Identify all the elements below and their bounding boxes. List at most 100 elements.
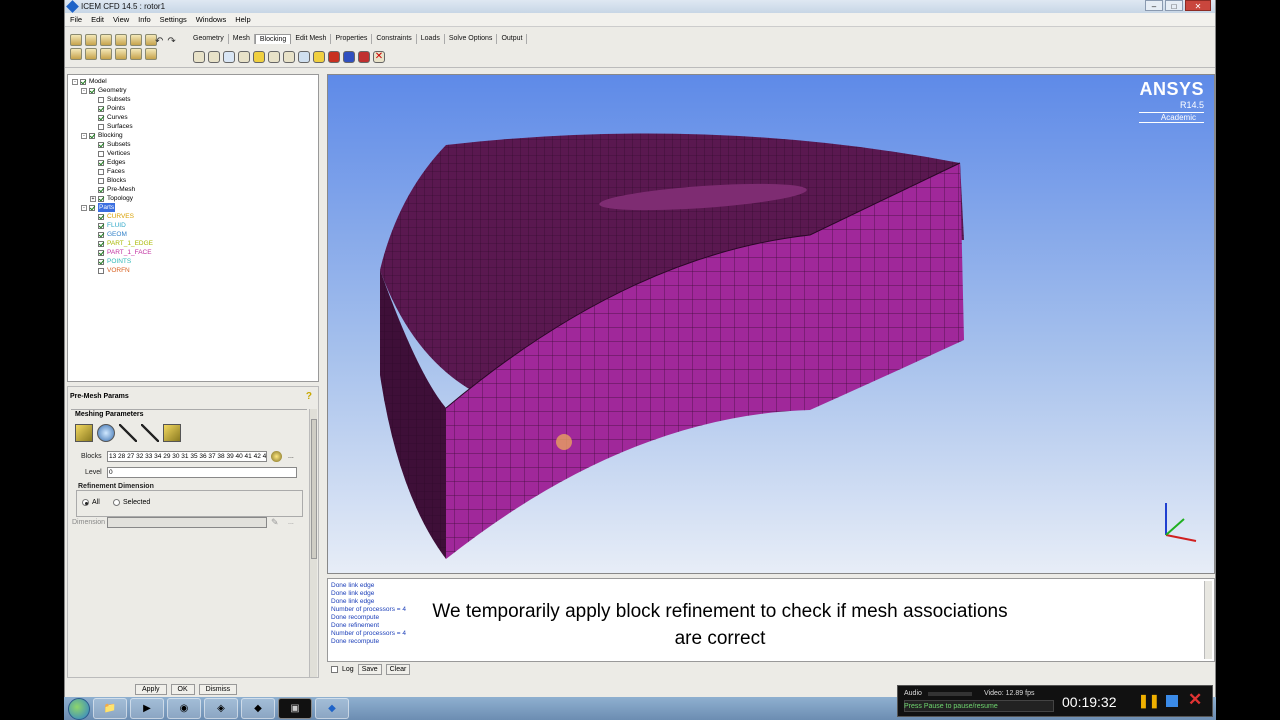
tree-checkbox[interactable] — [80, 78, 86, 85]
menu-edit[interactable]: Edit — [91, 15, 104, 24]
menu-info[interactable]: Info — [138, 15, 151, 24]
radio-all-dot[interactable] — [82, 499, 89, 506]
scale-sizes-icon[interactable] — [97, 424, 115, 442]
tree-checkbox[interactable] — [98, 186, 104, 193]
tree-checkbox[interactable] — [98, 114, 104, 121]
tree-item[interactable]: Points — [72, 104, 314, 113]
tree-checkbox[interactable] — [98, 222, 104, 229]
tree-item[interactable]: - Geometry — [72, 86, 314, 95]
tree-expander-icon[interactable]: - — [72, 78, 78, 85]
start-button[interactable] — [68, 697, 90, 720]
radio-selected-dot[interactable] — [113, 499, 120, 506]
message-scrollbar[interactable] — [1204, 581, 1212, 659]
tree-item[interactable]: Edges — [72, 158, 314, 167]
refinement-icon[interactable] — [163, 424, 181, 442]
tree-item[interactable]: Faces — [72, 167, 314, 176]
menu-windows[interactable]: Windows — [196, 15, 226, 24]
blocks-more[interactable]: ... — [288, 453, 294, 460]
explorer-taskbar-icon[interactable]: 📁 — [93, 698, 127, 719]
tab-loads[interactable]: Loads — [417, 34, 445, 44]
app2-taskbar-icon[interactable]: ◆ — [241, 698, 275, 719]
tree-item[interactable]: PART_1_FACE — [72, 248, 314, 257]
radio-selected[interactable]: Selected — [113, 499, 150, 506]
select-blocks-icon[interactable] — [271, 451, 282, 462]
maximize-button[interactable]: □ — [1165, 0, 1183, 11]
menu-help[interactable]: Help — [235, 15, 250, 24]
tree-checkbox[interactable] — [89, 204, 95, 211]
tree-checkbox[interactable] — [98, 168, 104, 175]
move-vertex-icon[interactable] — [268, 51, 280, 63]
match-edges-icon[interactable] — [141, 424, 159, 442]
tab-constraints[interactable]: Constraints — [372, 34, 417, 44]
redo-icon[interactable]: ↷ — [167, 36, 175, 47]
tab-solve-options[interactable]: Solve Options — [445, 34, 498, 44]
dismiss-button[interactable]: Dismiss — [198, 684, 238, 695]
tree-item[interactable]: Surfaces — [72, 122, 314, 131]
tree-checkbox[interactable] — [89, 132, 95, 139]
tree-item[interactable]: FLUID — [72, 221, 314, 230]
delete-block-icon[interactable]: ✕ — [373, 51, 385, 63]
block-checks-icon[interactable] — [358, 51, 370, 63]
tree-item[interactable]: - Blocking — [72, 131, 314, 140]
tree-item[interactable]: CURVES — [72, 212, 314, 221]
radio-all[interactable]: All — [82, 499, 100, 506]
log-checkbox[interactable] — [331, 666, 338, 673]
create-block-icon[interactable] — [193, 51, 205, 63]
tree-checkbox[interactable] — [98, 249, 104, 256]
firefox-taskbar-icon[interactable]: ◉ — [167, 698, 201, 719]
select-icon[interactable] — [115, 48, 127, 60]
level-field[interactable]: 0 — [107, 467, 297, 478]
tree-checkbox[interactable] — [98, 96, 104, 103]
app-taskbar-icon[interactable]: ◈ — [204, 698, 238, 719]
tree-checkbox[interactable] — [98, 195, 104, 202]
icem-taskbar-icon[interactable]: ◆ — [315, 698, 349, 719]
media-player-taskbar-icon[interactable]: ▶ — [130, 698, 164, 719]
tab-mesh[interactable]: Mesh — [229, 34, 255, 44]
tree-expander-icon[interactable]: - — [81, 132, 87, 139]
tree-item[interactable]: Subsets — [72, 95, 314, 104]
tree-checkbox[interactable] — [98, 123, 104, 130]
tree-expander-icon[interactable]: + — [90, 195, 96, 202]
stop-icon[interactable] — [1166, 695, 1178, 707]
tree-item[interactable]: GEOM — [72, 230, 314, 239]
tree-item[interactable]: + Topology — [72, 194, 314, 203]
undo-icon[interactable]: ↶ — [155, 36, 163, 47]
shaded-icon[interactable] — [145, 48, 157, 60]
tree-item[interactable]: Pre-Mesh — [72, 185, 314, 194]
tab-edit-mesh[interactable]: Edit Mesh — [291, 34, 332, 44]
tree-expander-icon[interactable]: - — [81, 204, 87, 211]
wireframe-icon[interactable] — [130, 48, 142, 60]
pre-mesh-quality-icon[interactable] — [328, 51, 340, 63]
tree-item[interactable]: VORFN — [72, 266, 314, 275]
split-block-icon[interactable] — [208, 51, 220, 63]
associate-icon[interactable] — [253, 51, 265, 63]
blocks-field[interactable]: 13 28 27 32 33 34 29 30 31 35 36 37 38 3… — [107, 451, 267, 462]
ok-button[interactable]: OK — [170, 684, 195, 695]
menu-file[interactable]: File — [70, 15, 82, 24]
pre-mesh-params-icon[interactable] — [313, 51, 325, 63]
apply-button[interactable]: Apply — [135, 684, 167, 695]
measure-icon[interactable] — [100, 48, 112, 60]
tab-blocking[interactable]: Blocking — [254, 34, 292, 44]
tree-checkbox[interactable] — [98, 258, 104, 265]
merge-vertices-icon[interactable] — [223, 51, 235, 63]
tree-item[interactable]: Curves — [72, 113, 314, 122]
edge-params-icon[interactable] — [119, 424, 137, 442]
tree-checkbox[interactable] — [98, 150, 104, 157]
tab-properties[interactable]: Properties — [331, 34, 373, 44]
panel-scrollbar[interactable] — [309, 409, 317, 677]
edit-block-icon[interactable] — [238, 51, 250, 63]
tree-item[interactable]: - Model — [72, 77, 314, 86]
transform-blocks-icon[interactable] — [283, 51, 295, 63]
tree-item[interactable]: Subsets — [72, 140, 314, 149]
tab-geometry[interactable]: Geometry — [189, 34, 229, 44]
open-icon[interactable] — [70, 34, 82, 46]
tree-item[interactable]: - Parts — [72, 203, 314, 212]
open-mesh-icon[interactable] — [130, 34, 142, 46]
tree-checkbox[interactable] — [98, 231, 104, 238]
tree-checkbox[interactable] — [98, 267, 104, 274]
pre-mesh-smooth-icon[interactable] — [343, 51, 355, 63]
zoom-icon[interactable] — [85, 48, 97, 60]
tree-checkbox[interactable] — [98, 213, 104, 220]
close-button[interactable]: ✕ — [1185, 0, 1211, 11]
